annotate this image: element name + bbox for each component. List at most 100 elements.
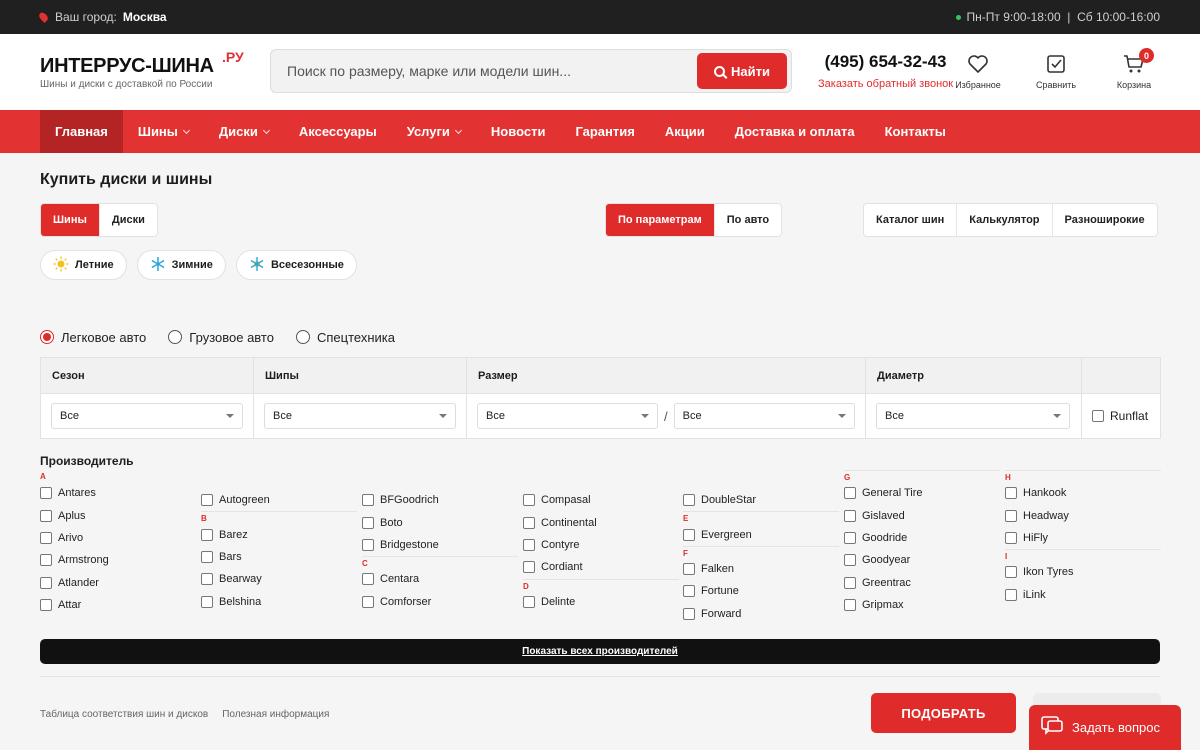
manufacturer-item[interactable]: Contyre [523,534,679,556]
manufacturer-checkbox[interactable] [1005,566,1017,579]
manufacturer-checkbox[interactable] [683,607,695,620]
pick-button[interactable]: ПОДОБРАТЬ [871,693,1016,733]
manufacturer-item[interactable]: Bridgestone [362,534,518,556]
manufacturer-item[interactable]: Bearway [201,568,357,590]
manufacturer-checkbox[interactable] [201,528,213,541]
manufacturer-checkbox[interactable] [523,538,535,551]
profile-select[interactable]: Все [673,403,855,429]
manufacturer-checkbox[interactable] [201,573,213,586]
season-summer[interactable]: Летние [40,250,127,280]
manufacturer-item[interactable]: Autogreen [201,489,357,511]
compare-button[interactable]: Сравнить [1028,52,1084,90]
logo[interactable]: ИНТЕРРУС-ШИНА .РУ Шины и диски с доставк… [40,49,255,90]
manufacturer-item[interactable]: Gripmax [844,594,1000,616]
tab-by-params[interactable]: По параметрам [606,204,715,236]
manufacturer-item[interactable]: Falken [683,558,839,580]
manufacturer-checkbox[interactable] [683,562,695,575]
studs-select[interactable]: Все [264,403,456,429]
link-compatibility-table[interactable]: Таблица соответствия шин и дисков [40,709,208,720]
manufacturer-checkbox[interactable] [523,561,535,574]
manufacturer-item[interactable]: Cordiant [523,556,679,578]
manufacturer-item[interactable]: Ikon Tyres [1005,561,1161,583]
manufacturer-checkbox[interactable] [523,494,535,507]
manufacturer-checkbox[interactable] [40,531,52,544]
manufacturer-item[interactable]: HiFly [1005,527,1161,549]
manufacturer-item[interactable]: Aplus [40,504,196,526]
manufacturer-item[interactable]: Forward [683,603,839,625]
show-all-manufacturers-button[interactable]: Показать всех производителей [40,639,1160,664]
radio-button[interactable] [40,330,54,344]
manufacturer-checkbox[interactable] [1005,487,1017,500]
search-input[interactable] [271,50,697,92]
manufacturer-item[interactable]: Goodyear [844,549,1000,571]
manufacturer-item[interactable]: Evergreen [683,523,839,545]
search-button[interactable]: Найти [697,53,787,89]
manufacturer-checkbox[interactable] [683,494,695,507]
runflat-checkbox[interactable] [1092,410,1104,422]
manufacturer-item[interactable]: DoubleStar [683,489,839,511]
nav-item-tires[interactable]: Шины [123,110,204,153]
manufacturer-checkbox[interactable] [201,494,213,507]
manufacturer-checkbox[interactable] [844,554,856,567]
manufacturer-item[interactable]: General Tire [844,482,1000,504]
nav-item-promotions[interactable]: Акции [650,110,720,153]
manufacturer-item[interactable]: Armstrong [40,549,196,571]
manufacturer-checkbox[interactable] [683,585,695,598]
manufacturer-checkbox[interactable] [844,599,856,612]
link-useful-info[interactable]: Полезная информация [222,709,329,720]
manufacturer-checkbox[interactable] [362,494,374,507]
nav-item-delivery[interactable]: Доставка и оплата [720,110,870,153]
manufacturer-item[interactable]: Bars [201,546,357,568]
callback-link[interactable]: Заказать обратный звонок [818,78,953,90]
manufacturer-item[interactable]: Continental [523,511,679,533]
manufacturer-item[interactable]: Antares [40,482,196,504]
manufacturer-checkbox[interactable] [1005,588,1017,601]
radio-special[interactable]: Спецтехника [295,330,395,345]
radio-button[interactable] [168,330,183,344]
tab-calculator[interactable]: Калькулятор [957,204,1053,236]
manufacturer-checkbox[interactable] [201,595,213,608]
radio-button[interactable] [295,330,310,344]
manufacturer-item[interactable]: Hankook [1005,482,1161,504]
manufacturer-item[interactable]: Attar [40,594,196,616]
radio-passenger[interactable]: Легковое авто [40,330,146,345]
tab-staggered[interactable]: Разноширокие [1053,204,1157,236]
tab-tire-catalog[interactable]: Каталог шин [864,204,958,236]
manufacturer-item[interactable]: Greentrac [844,572,1000,594]
manufacturer-checkbox[interactable] [40,509,52,522]
manufacturer-checkbox[interactable] [844,509,856,522]
cart-button[interactable]: 0 Корзина [1106,48,1162,90]
nav-item-home[interactable]: Главная [40,110,123,153]
manufacturer-checkbox[interactable] [40,599,52,612]
nav-item-accessories[interactable]: Аксессуары [284,110,392,153]
nav-item-wheels[interactable]: Диски [204,110,284,153]
nav-item-services[interactable]: Услуги [392,110,476,153]
manufacturer-checkbox[interactable] [362,573,374,586]
manufacturer-checkbox[interactable] [844,531,856,544]
manufacturer-item[interactable]: Comforser [362,591,518,613]
manufacturer-checkbox[interactable] [362,538,374,551]
manufacturer-checkbox[interactable] [362,595,374,608]
manufacturer-item[interactable]: iLink [1005,584,1161,606]
radio-truck[interactable]: Грузовое авто [168,330,274,345]
season-allseason[interactable]: Всесезонные [235,250,357,280]
diameter-select[interactable]: Все [876,403,1070,429]
phone-number[interactable]: (495) 654-32-43 [818,52,953,72]
manufacturer-checkbox[interactable] [844,576,856,589]
manufacturer-checkbox[interactable] [40,576,52,589]
manufacturer-item[interactable]: Barez [201,523,357,545]
manufacturer-item[interactable]: Compasal [523,489,679,511]
manufacturer-checkbox[interactable] [523,595,535,608]
manufacturer-item[interactable]: Goodride [844,527,1000,549]
favorites-button[interactable]: Избранное [950,52,1006,90]
season-winter[interactable]: Зимние [136,250,226,280]
manufacturer-checkbox[interactable] [40,487,52,500]
tab-by-car[interactable]: По авто [715,204,781,236]
nav-item-warranty[interactable]: Гарантия [560,110,649,153]
ask-question-button[interactable]: Задать вопрос [1029,705,1181,750]
manufacturer-item[interactable]: Headway [1005,504,1161,526]
manufacturer-item[interactable]: Atlander [40,572,196,594]
city-selector[interactable]: Ваш город: Москва [37,10,167,24]
manufacturer-checkbox[interactable] [362,516,374,529]
nav-item-news[interactable]: Новости [476,110,561,153]
